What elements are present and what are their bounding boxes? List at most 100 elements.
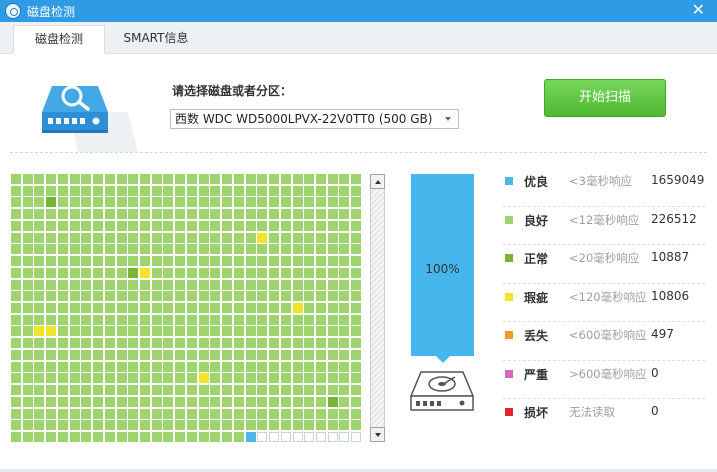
disk-block [163,326,174,337]
disk-block [245,291,256,302]
disk-block [198,396,209,407]
disk-block [257,303,268,314]
disk-block [81,326,92,337]
block-map-scrollbar[interactable] [370,174,385,442]
disk-block [69,220,80,231]
legend-name: 优良 [524,175,549,189]
disk-block [11,174,21,184]
disk-block [151,338,162,349]
disk-block [351,408,362,419]
disk-block [116,349,127,360]
scroll-up-button[interactable] [370,174,385,189]
disk-block [34,279,45,290]
divider [10,152,707,153]
disk-block [93,256,104,267]
legend-count: 1659049 [651,173,705,187]
disk-block [128,174,139,184]
disk-block [104,303,115,314]
disk-block [22,420,33,431]
disk-block [280,174,291,184]
disk-block [233,244,244,255]
disk-block [210,396,221,407]
disk-block [292,420,303,431]
disk-block [315,326,326,337]
disk-block [233,291,244,302]
disk-select-dropdown[interactable]: 西数 WDC WD5000LPVX-22V0TT0 (500 GB) [170,109,459,129]
disk-block [198,338,209,349]
disk-block [315,420,326,431]
tab-bar: 磁盘检测 SMART信息 [0,22,717,54]
disk-block [233,174,244,184]
disk-block [233,338,244,349]
disk-block [140,361,151,372]
disk-block [210,220,221,231]
disk-block [34,314,45,325]
disk-block [46,420,57,431]
disk-block [93,209,104,220]
disk-block [292,279,303,290]
disk-block [93,326,104,337]
disk-block [315,349,326,360]
disk-block [351,338,362,349]
disk-block [151,220,162,231]
disk-block [116,396,127,407]
legend-range: <20毫秒响应 [569,251,640,265]
disk-block [351,220,362,231]
disk-block [315,314,326,325]
disk-block [175,185,186,196]
tab-smart-info[interactable]: SMART信息 [110,25,202,54]
disk-block [34,185,45,196]
disk-block [210,349,221,360]
tab-disk-check[interactable]: 磁盘检测 [13,25,105,54]
legend-range: <3毫秒响应 [569,174,632,188]
disk-block [315,338,326,349]
disk-block [339,232,350,243]
disk-block [11,361,21,372]
disk-block [269,220,280,231]
disk-block [175,432,186,443]
disk-block [315,361,326,372]
disk-block [57,232,68,243]
disk-block [233,279,244,290]
disk-block [186,174,197,184]
disk-block [245,326,256,337]
disk-block [81,420,92,431]
disk-block [257,432,268,443]
disk-block [292,373,303,384]
disk-block [269,244,280,255]
disk-block [351,314,362,325]
disk-block [269,303,280,314]
close-icon[interactable]: ✕ [692,0,705,20]
disk-block [81,349,92,360]
disk-block [198,232,209,243]
disk-block [257,220,268,231]
scroll-down-button[interactable] [370,427,385,442]
disk-block [104,220,115,231]
disk-block [210,373,221,384]
disk-block [315,385,326,396]
disk-block [128,244,139,255]
disk-block [46,256,57,267]
disk-block [175,349,186,360]
legend-swatch [505,331,513,339]
disk-block [22,338,33,349]
disk-block [69,326,80,337]
disk-block [104,396,115,407]
disk-block [175,279,186,290]
disk-block [315,244,326,255]
legend-swatch [505,177,513,185]
disk-block [315,432,326,443]
disk-block [175,244,186,255]
start-scan-button[interactable]: 开始扫描 [544,79,666,117]
disk-block [140,267,151,278]
legend-name: 正常 [524,252,549,266]
legend-count: 0 [651,404,659,418]
disk-block [69,338,80,349]
disk-block [163,291,174,302]
disk-block [304,291,315,302]
disk-block [245,197,256,208]
disk-block [198,291,209,302]
disk-block [93,349,104,360]
disk-block [69,314,80,325]
disk-block [280,256,291,267]
